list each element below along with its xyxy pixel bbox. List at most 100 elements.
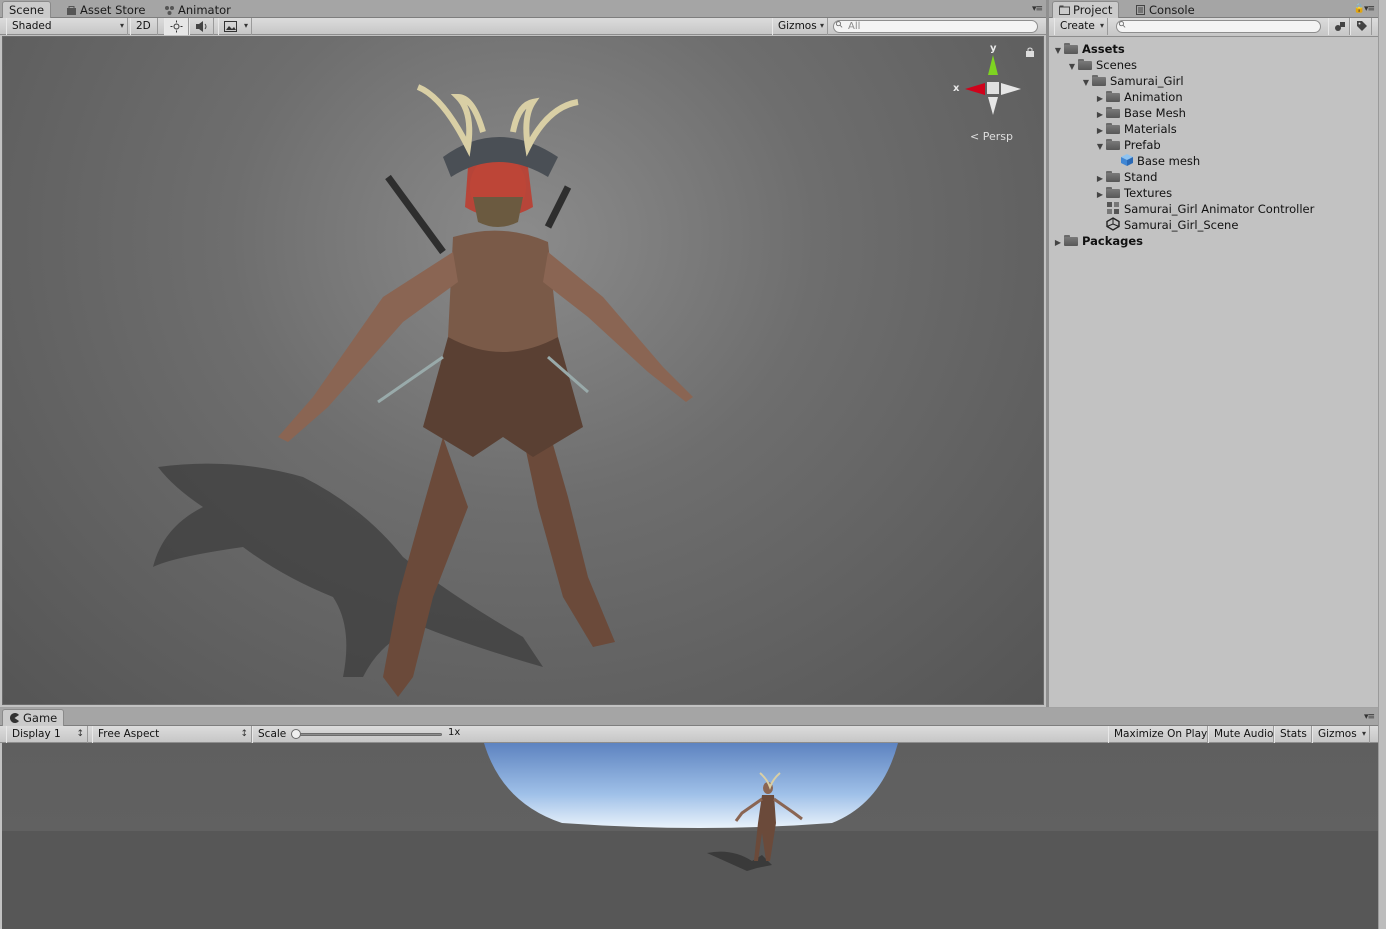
tab-console[interactable]: Console bbox=[1129, 2, 1201, 18]
project-tab-bar: Project Console 🔒▾≡ bbox=[1049, 0, 1378, 19]
tree-item-scenes[interactable]: ▼ Scenes bbox=[1066, 57, 1137, 73]
projection-text: Persp bbox=[982, 130, 1013, 143]
tree-item-label: Animation bbox=[1124, 90, 1183, 104]
game-viewport[interactable] bbox=[2, 743, 1378, 929]
scale-slider-track[interactable] bbox=[296, 733, 442, 736]
project-search-input[interactable] bbox=[1116, 20, 1321, 33]
expand-arrow-icon[interactable]: ▼ bbox=[1080, 75, 1092, 91]
scene-tab-bar: Scene Asset Store Animator ▾≡ bbox=[0, 0, 1046, 19]
tag-icon bbox=[1357, 21, 1367, 31]
toggle-2d-label: 2D bbox=[136, 20, 151, 32]
folder-icon bbox=[1078, 59, 1093, 70]
project-tree: ▼ Assets ▼ Scenes ▼ Samurai_Girl ▶ Animation… bbox=[1049, 41, 1378, 701]
folder-icon bbox=[1064, 43, 1079, 54]
speaker-icon bbox=[196, 21, 207, 32]
project-toolbar: Create bbox=[1049, 18, 1378, 37]
tree-item-scene-file[interactable]: Samurai_Girl_Scene bbox=[1106, 217, 1238, 233]
scrollbar[interactable] bbox=[1378, 0, 1386, 929]
tree-item-base-mesh-prefab[interactable]: Base mesh bbox=[1120, 153, 1200, 169]
folder-icon bbox=[1106, 91, 1121, 102]
tree-item-label: Materials bbox=[1124, 122, 1177, 136]
tree-item-label: Samurai_Girl Animator Controller bbox=[1124, 202, 1315, 216]
tree-item-label: Samurai_Girl bbox=[1110, 74, 1184, 88]
mute-label: Mute Audio bbox=[1214, 728, 1274, 740]
console-icon bbox=[1136, 5, 1145, 15]
tree-item-samurai-girl[interactable]: ▼ Samurai_Girl bbox=[1080, 73, 1184, 89]
scale-label: Scale bbox=[258, 728, 287, 740]
tab-scene[interactable]: Scene bbox=[2, 1, 52, 19]
collapse-arrow-icon[interactable]: ▶ bbox=[1052, 235, 1064, 251]
game-tab-bar: Game ▾≡ bbox=[0, 708, 1378, 727]
tab-label: Project bbox=[1073, 3, 1113, 17]
tree-item-textures[interactable]: ▶ Textures bbox=[1094, 185, 1172, 201]
collapse-arrow-icon[interactable]: ▶ bbox=[1094, 187, 1106, 203]
filter-by-label-button[interactable] bbox=[1350, 18, 1372, 35]
tab-label: Asset Store bbox=[80, 3, 146, 17]
projection-label[interactable]: < Persp bbox=[970, 130, 1013, 143]
lighting-toggle[interactable] bbox=[164, 18, 189, 35]
create-dropdown[interactable]: Create bbox=[1054, 18, 1108, 35]
folder-icon bbox=[1106, 123, 1121, 134]
game-panel-menu-icon[interactable]: ▾≡ bbox=[1364, 712, 1375, 722]
tree-item-stand[interactable]: ▶ Stand bbox=[1094, 169, 1158, 185]
tab-animator[interactable]: Animator bbox=[158, 2, 237, 18]
filter-by-type-button[interactable] bbox=[1328, 18, 1350, 35]
display-dropdown[interactable]: Display 1 bbox=[6, 726, 88, 743]
animator-controller-icon bbox=[1107, 202, 1119, 214]
sun-icon bbox=[170, 20, 183, 33]
tab-project[interactable]: Project bbox=[1052, 1, 1120, 19]
tree-item-label: Textures bbox=[1124, 186, 1173, 200]
animator-icon bbox=[165, 6, 174, 15]
scale-value: 1x bbox=[448, 727, 461, 738]
scene-search-input[interactable]: All bbox=[833, 20, 1038, 33]
audio-toggle[interactable] bbox=[189, 18, 214, 35]
lock-icon[interactable] bbox=[1025, 47, 1035, 57]
panel-menu-icon[interactable]: ▾≡ bbox=[1032, 4, 1043, 14]
gizmos-dropdown[interactable]: Gizmos bbox=[772, 18, 828, 35]
samurai-girl-model bbox=[153, 84, 693, 697]
scene-viewport[interactable]: y x < Persp bbox=[2, 36, 1044, 705]
expand-arrow-icon[interactable]: ▼ bbox=[1052, 43, 1064, 59]
tree-item-label: Scenes bbox=[1096, 58, 1138, 72]
shopping-bag-icon bbox=[67, 6, 76, 15]
unity-scene-icon bbox=[1106, 217, 1120, 231]
gizmos-label: Gizmos bbox=[778, 20, 817, 32]
expand-arrow-icon[interactable]: ▼ bbox=[1066, 59, 1078, 75]
mute-audio-toggle[interactable]: Mute Audio bbox=[1208, 726, 1274, 743]
game-gizmos-label: Gizmos bbox=[1318, 728, 1357, 740]
folder-icon bbox=[1092, 75, 1107, 86]
folder-icon bbox=[1106, 171, 1121, 182]
tab-asset-store[interactable]: Asset Store bbox=[60, 2, 152, 18]
tab-label: Scene bbox=[9, 3, 45, 17]
tree-item-label: Base mesh bbox=[1137, 154, 1201, 168]
shading-mode-dropdown[interactable]: Shaded bbox=[6, 18, 128, 35]
gizmo-y-label: y bbox=[990, 43, 997, 54]
tree-item-label: Prefab bbox=[1124, 138, 1161, 152]
game-toolbar: Display 1 Free Aspect Scale 1x Maximize … bbox=[0, 726, 1378, 743]
stats-toggle[interactable]: Stats bbox=[1274, 726, 1312, 743]
stats-label: Stats bbox=[1280, 728, 1307, 740]
effects-dropdown[interactable] bbox=[218, 18, 252, 35]
tree-item-animator-controller[interactable]: Samurai_Girl Animator Controller bbox=[1106, 201, 1314, 217]
tree-item-label: Base Mesh bbox=[1124, 106, 1186, 120]
expand-arrow-icon[interactable]: ▼ bbox=[1094, 139, 1106, 155]
tab-label: Game bbox=[23, 711, 58, 725]
project-panel-menu-icon[interactable]: 🔒▾≡ bbox=[1354, 4, 1375, 14]
tree-item-packages[interactable]: ▶ Packages bbox=[1052, 233, 1143, 249]
aspect-dropdown[interactable]: Free Aspect bbox=[92, 726, 252, 743]
orientation-gizmo[interactable] bbox=[953, 45, 1033, 125]
tree-item-assets[interactable]: ▼ Assets bbox=[1052, 41, 1125, 57]
scale-slider-thumb[interactable] bbox=[291, 729, 301, 739]
tree-item-prefab[interactable]: ▼ Prefab bbox=[1094, 137, 1161, 153]
toggle-2d-button[interactable]: 2D bbox=[130, 18, 158, 35]
tab-game[interactable]: Game bbox=[2, 709, 65, 727]
tree-item-base-mesh-folder[interactable]: ▶ Base Mesh bbox=[1094, 105, 1186, 121]
folder-icon bbox=[1106, 139, 1121, 150]
shading-mode-label: Shaded bbox=[12, 20, 52, 32]
game-panel: Game ▾≡ Display 1 Free Aspect Scale 1x M… bbox=[0, 708, 1378, 929]
tree-item-animation[interactable]: ▶ Animation bbox=[1094, 89, 1183, 105]
tree-item-materials[interactable]: ▶ Materials bbox=[1094, 121, 1177, 137]
maximize-on-play-toggle[interactable]: Maximize On Play bbox=[1108, 726, 1208, 743]
tree-item-label: Stand bbox=[1124, 170, 1158, 184]
game-gizmos-dropdown[interactable]: Gizmos bbox=[1312, 726, 1370, 743]
